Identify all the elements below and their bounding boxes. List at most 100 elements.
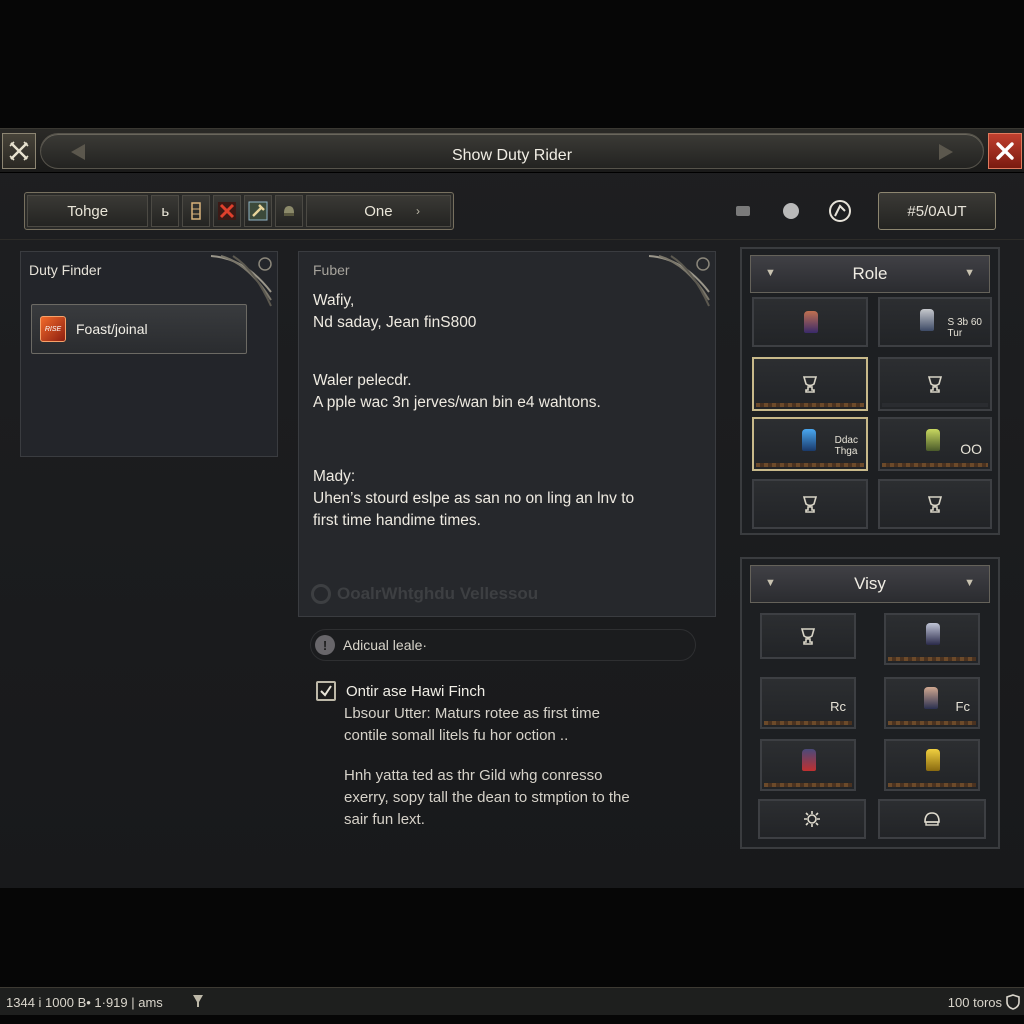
chevron-down-icon: ▼ bbox=[964, 267, 975, 279]
visy-slot-text: Fc bbox=[955, 699, 970, 714]
info-bar-text: Adicual leale· bbox=[343, 637, 428, 653]
info-block-3: Mady: Uhen’s stourd eslpe as san no on l… bbox=[313, 466, 634, 532]
hammer-icon bbox=[248, 201, 268, 221]
title-cap: Show Duty Rider bbox=[40, 133, 984, 169]
visy-slot[interactable] bbox=[884, 739, 980, 791]
close-button[interactable] bbox=[988, 133, 1022, 169]
crossed-swords-button[interactable] bbox=[2, 133, 36, 169]
helm-slot[interactable] bbox=[878, 799, 986, 839]
option-checkbox-row[interactable]: Ontir ase Hawi Finch bbox=[316, 681, 485, 701]
character-portrait-icon bbox=[804, 311, 818, 333]
info-line: Nd saday, Jean finS800 bbox=[313, 314, 477, 331]
character-portrait-icon bbox=[926, 623, 940, 645]
trophy-icon bbox=[927, 496, 943, 513]
duty-list-item[interactable]: RISE Foast/joinal bbox=[31, 304, 247, 354]
slot-progress-bar bbox=[888, 657, 976, 661]
one-dropdown-label: One bbox=[364, 202, 393, 220]
duty-window: Show Duty Rider Tohge ь One › #5/0AUT Du… bbox=[0, 128, 1024, 1015]
one-dropdown[interactable]: One › bbox=[305, 195, 452, 227]
option-description-1: Lbsour Utter: Maturs rotee as first time… bbox=[344, 703, 600, 747]
status-left-text: 1344 i 1000 B• 1·919 | ams bbox=[6, 995, 163, 1010]
option-checkbox[interactable] bbox=[316, 681, 336, 701]
compass-icon[interactable] bbox=[828, 199, 852, 223]
slot-progress-bar bbox=[764, 783, 852, 787]
trophy-icon bbox=[802, 376, 818, 393]
slot-progress-bar bbox=[764, 721, 852, 725]
info-bar: ! Adicual leale· bbox=[310, 629, 696, 661]
helmet-icon bbox=[924, 812, 940, 826]
checkmark-icon bbox=[320, 685, 332, 697]
info-line: Mady: bbox=[313, 468, 356, 485]
visy-slot[interactable] bbox=[760, 739, 856, 791]
info-footer-text: OoalrWhtghdu Vellessou bbox=[337, 584, 539, 603]
status-right-text: 100 toros bbox=[947, 995, 1002, 1010]
option-description-2: Hnh yatta ted as thr Gild whg conresso e… bbox=[344, 765, 630, 831]
role-slot-text: S 3b 60 Tur bbox=[947, 317, 982, 339]
info-heading: Fuber bbox=[313, 262, 350, 278]
visy-slot-text: Rc bbox=[830, 699, 846, 714]
role-slot[interactable] bbox=[878, 479, 992, 529]
character-portrait-icon bbox=[924, 687, 938, 709]
role-slot[interactable] bbox=[878, 357, 992, 411]
window-title: Show Duty Rider bbox=[451, 147, 573, 164]
duty-item-label: Foast/joinal bbox=[76, 321, 148, 337]
desc-line: Hnh yatta ted as thr Gild whg conresso bbox=[344, 767, 603, 784]
settings-gear-slot[interactable] bbox=[758, 799, 866, 839]
column-icon bbox=[191, 202, 201, 220]
visy-dropdown-label: Visy bbox=[854, 574, 886, 593]
small-glyph-button[interactable]: ь bbox=[151, 195, 180, 227]
ring-icon bbox=[311, 584, 331, 604]
desc-line: Lbsour Utter: Maturs rotee as first time bbox=[344, 705, 600, 722]
duty-rise-icon: RISE bbox=[40, 316, 66, 342]
role-slot[interactable] bbox=[752, 297, 868, 347]
status-bar: 1344 i 1000 B• 1·919 | ams 100 toros bbox=[0, 987, 1024, 1015]
circle-toggle-icon[interactable] bbox=[782, 202, 800, 220]
helmet-button[interactable] bbox=[274, 195, 303, 227]
tohge-button[interactable]: Tohge bbox=[27, 195, 149, 227]
desc-line: exerry, sopy tall the dean to stmption t… bbox=[344, 789, 630, 806]
visy-slot[interactable] bbox=[760, 613, 856, 659]
role-slot[interactable]: S 3b 60 Tur bbox=[878, 297, 992, 347]
corner-ornament-icon bbox=[210, 255, 272, 307]
cancel-x-button[interactable] bbox=[213, 195, 242, 227]
character-portrait-icon bbox=[802, 429, 816, 451]
info-line: Wafiy, bbox=[313, 292, 355, 309]
role-panel: ▼ Role ▼ S 3b 60 Tur Ddac Thga OO bbox=[740, 247, 1000, 535]
visy-slot[interactable] bbox=[884, 613, 980, 665]
toolbar-divider bbox=[0, 239, 1024, 240]
character-portrait-icon bbox=[926, 749, 940, 771]
role-slot[interactable] bbox=[752, 479, 868, 529]
character-portrait-icon bbox=[802, 749, 816, 771]
square-toggle-icon[interactable] bbox=[735, 205, 751, 217]
info-line: Waler pelecdr. bbox=[313, 372, 412, 389]
info-icon: ! bbox=[315, 635, 335, 655]
hammer-button[interactable] bbox=[244, 195, 272, 227]
visy-dropdown[interactable]: ▼ Visy ▼ bbox=[750, 565, 990, 603]
pin-icon[interactable] bbox=[192, 994, 204, 1008]
character-portrait-icon bbox=[926, 429, 940, 451]
chevron-down-icon: ▼ bbox=[964, 577, 975, 589]
trophy-icon bbox=[927, 376, 943, 393]
red-x-icon bbox=[218, 202, 237, 220]
role-slot-selected[interactable]: Ddac Thga bbox=[752, 417, 868, 471]
role-slot-text: Ddac Thga bbox=[834, 435, 858, 457]
title-bar: Show Duty Rider bbox=[0, 129, 1024, 173]
role-slot-text: OO bbox=[960, 441, 982, 457]
info-block-1: Wafiy, Nd saday, Jean finS800 bbox=[313, 290, 476, 334]
info-footer: OoalrWhtghdu Vellessou bbox=[311, 584, 538, 604]
gear-icon bbox=[804, 811, 820, 827]
role-dropdown[interactable]: ▼ Role ▼ bbox=[750, 255, 990, 293]
visy-panel: ▼ Visy ▼ Rc Fc bbox=[740, 557, 1000, 849]
chevron-down-icon: ▼ bbox=[765, 577, 776, 589]
column-icon-button[interactable] bbox=[182, 195, 211, 227]
duty-info-panel: Fuber Wafiy, Nd saday, Jean finS800 Wale… bbox=[298, 251, 716, 617]
chevron-down-icon: ▼ bbox=[765, 267, 776, 279]
load-button[interactable]: #5/0AUT bbox=[878, 192, 996, 230]
character-portrait-icon bbox=[920, 309, 934, 331]
info-block-2: Waler pelecdr. A pple wac 3n jerves/wan … bbox=[313, 370, 601, 414]
visy-slot[interactable]: Rc bbox=[760, 677, 856, 729]
role-slot[interactable]: OO bbox=[878, 417, 992, 471]
visy-slot[interactable]: Fc bbox=[884, 677, 980, 729]
trophy-icon bbox=[802, 496, 818, 513]
role-slot-selected[interactable] bbox=[752, 357, 868, 411]
